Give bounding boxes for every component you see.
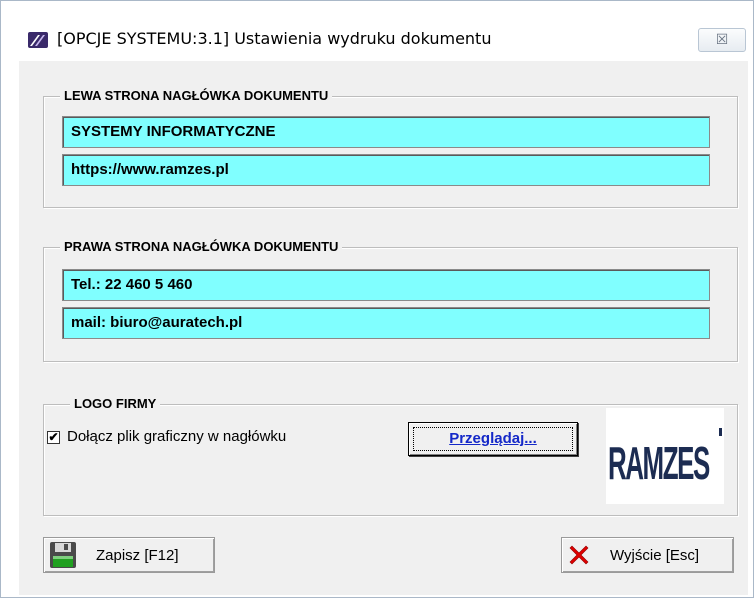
right-header-line2-field[interactable]: mail: biuro@auratech.pl: [62, 307, 710, 339]
left-header-line1-field[interactable]: SYSTEMY INFORMATYCZNE: [62, 116, 710, 148]
exit-button[interactable]: Wyjście [Esc]: [561, 537, 734, 573]
window-title: [OPCJE SYSTEMU:3.1] Ustawienia wydruku d…: [57, 29, 492, 48]
logo-text: RAMZES: [608, 436, 710, 490]
title-bar[interactable]: [OPCJE SYSTEMU:3.1] Ustawienia wydruku d…: [1, 1, 753, 52]
logo-group-title: LOGO FIRMY: [70, 396, 161, 411]
left-header-line2-field[interactable]: https://www.ramzes.pl: [62, 154, 710, 186]
right-header-group-title: PRAWA STRONA NAGŁÓWKA DOKUMENTU: [60, 239, 343, 254]
exit-button-label: Wyjście [Esc]: [610, 547, 700, 564]
floppy-disk-icon: [50, 542, 76, 568]
right-header-line1-field[interactable]: Tel.: 22 460 5 460: [62, 269, 710, 301]
red-x-icon: [569, 545, 589, 565]
save-button-label: Zapisz [F12]: [96, 547, 179, 564]
save-button[interactable]: Zapisz [F12]: [43, 537, 215, 573]
company-logo-image: RAMZES: [606, 408, 724, 504]
left-header-group: LEWA STRONA NAGŁÓWKA DOKUMENTU: [43, 88, 738, 208]
close-button[interactable]: ☒: [698, 28, 746, 52]
browse-button-label: Przeglądaj...: [449, 430, 537, 447]
right-header-group: PRAWA STRONA NAGŁÓWKA DOKUMENTU: [43, 239, 738, 362]
left-header-group-title: LEWA STRONA NAGŁÓWKA DOKUMENTU: [60, 88, 333, 103]
app-icon: [28, 32, 48, 48]
attach-logo-label[interactable]: Dołącz plik graficzny w nagłówku: [67, 428, 286, 445]
logo-mark: [719, 428, 722, 436]
browse-button[interactable]: Przeglądaj...: [408, 422, 578, 456]
attach-logo-checkbox[interactable]: ✔: [47, 431, 60, 444]
